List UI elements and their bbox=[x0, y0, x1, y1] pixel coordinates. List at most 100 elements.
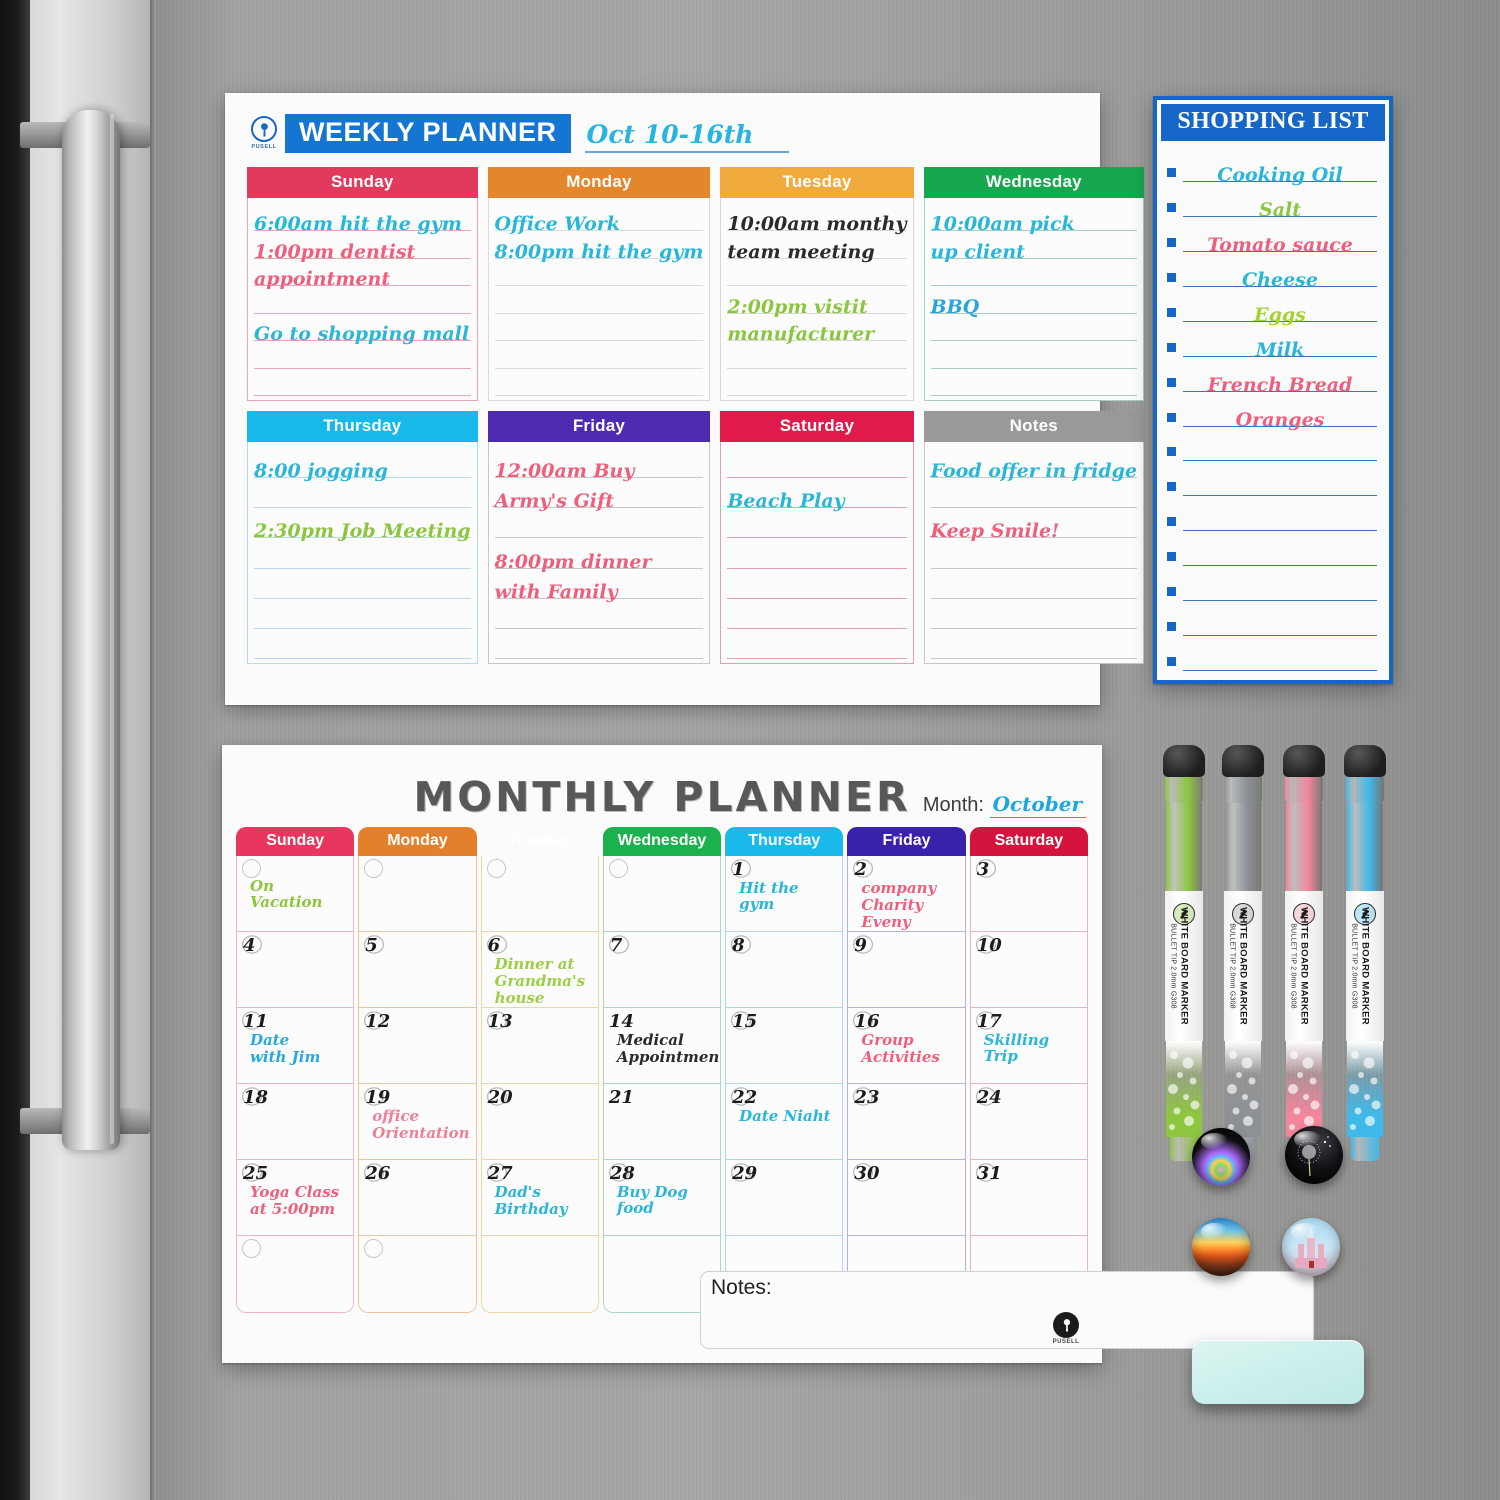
monthly-day-cell[interactable]: 3 bbox=[970, 856, 1087, 932]
monthly-day-cell[interactable]: 11 Date with Jim bbox=[237, 1008, 354, 1084]
shopping-item-line[interactable]: Milk bbox=[1183, 337, 1377, 359]
weekly-planner-board[interactable]: PUSELL WEEKLY PLANNER Oct 10-16th Sunday… bbox=[225, 93, 1145, 705]
monthly-day-cell[interactable]: 16 Group Activities bbox=[848, 1008, 965, 1084]
weekly-entry-line[interactable] bbox=[930, 629, 1138, 659]
weekly-planner-date-range[interactable]: Oct 10-16th bbox=[584, 120, 790, 153]
monthly-day-cell[interactable]: 4 bbox=[237, 932, 354, 1008]
weekly-entry-line[interactable]: 2:30pm Job Meeting bbox=[254, 508, 471, 541]
weekly-entry-line[interactable]: 2:00pm vistit bbox=[727, 286, 907, 316]
weekly-entry-line[interactable]: with Family bbox=[494, 569, 704, 601]
weekly-entry-line[interactable] bbox=[254, 538, 471, 569]
weekly-entry-line[interactable]: up client bbox=[930, 231, 1138, 261]
monthly-day-cell[interactable] bbox=[481, 856, 598, 932]
weekly-day-body[interactable]: 10:00am pick up client BBQ bbox=[923, 198, 1145, 401]
weekly-entry-line[interactable]: Office Work bbox=[494, 204, 704, 234]
weekly-entry-line[interactable]: 8:00 jogging bbox=[254, 448, 471, 481]
weekly-day-monday[interactable]: Monday Office Work 8:00pm hit the gym bbox=[487, 167, 711, 401]
weekly-entry-line[interactable] bbox=[494, 341, 704, 369]
weekly-entry-line[interactable] bbox=[494, 369, 704, 396]
weekly-entry-line[interactable]: Army's Gift bbox=[494, 478, 704, 511]
weekly-entry-line[interactable] bbox=[930, 314, 1138, 342]
monthly-day-cell[interactable]: 15 bbox=[726, 1008, 843, 1084]
sunset-seascape-glass-magnet[interactable] bbox=[1192, 1218, 1250, 1276]
monthly-day-cell[interactable]: 29 bbox=[726, 1160, 843, 1236]
green-marker[interactable]: WHITE BOARD MARKER BULLET TIP 2.0mm G308 bbox=[1163, 745, 1205, 1161]
monthly-day-cell[interactable] bbox=[359, 856, 476, 932]
weekly-entry-line[interactable] bbox=[254, 599, 471, 629]
shopping-list-item[interactable]: Tomato sauce bbox=[1167, 217, 1377, 254]
shopping-list-item[interactable] bbox=[1167, 531, 1377, 567]
monthly-planner-month-field[interactable]: Month: October bbox=[923, 792, 1086, 818]
weekly-entry-line[interactable] bbox=[727, 341, 907, 369]
shopping-item-line[interactable]: Cooking Oil bbox=[1183, 162, 1377, 184]
monthly-day-cell[interactable]: 2 company Charity Eveny bbox=[848, 856, 965, 932]
monthly-day-cell[interactable] bbox=[482, 1236, 598, 1312]
monthly-day-cell[interactable]: 31 bbox=[970, 1160, 1087, 1236]
weekly-entry-line[interactable]: Go to shopping mall bbox=[254, 314, 471, 344]
shopping-list-item[interactable] bbox=[1167, 461, 1377, 497]
weekly-entry-line[interactable] bbox=[254, 629, 471, 659]
weekly-entry-line[interactable] bbox=[254, 478, 471, 509]
weekly-entry-line[interactable]: appointment bbox=[254, 259, 471, 289]
monthly-day-cell[interactable]: 28 Buy Dog food bbox=[603, 1160, 721, 1236]
confetti-glass-magnet[interactable] bbox=[1192, 1128, 1250, 1186]
weekly-entry-line[interactable] bbox=[727, 369, 907, 396]
monthly-day-cell[interactable]: 12 bbox=[359, 1008, 476, 1084]
monthly-day-cell[interactable]: 27 Dad's Birthday bbox=[481, 1160, 598, 1236]
monthly-day-cell[interactable]: 9 bbox=[848, 932, 965, 1008]
shopping-list-item[interactable] bbox=[1167, 636, 1377, 672]
weekly-entry-line[interactable]: Beach Play bbox=[727, 478, 907, 511]
weekly-day-notes[interactable]: Notes Food offer in fridge Keep Smile! bbox=[923, 411, 1145, 664]
weekly-entry-line[interactable]: 10:00am pick bbox=[930, 204, 1138, 234]
blue-marker[interactable]: WHITE BOARD MARKER BULLET TIP 2.0mm G308 bbox=[1344, 745, 1386, 1161]
shopping-list-item[interactable]: Oranges bbox=[1167, 392, 1377, 429]
monthly-day-cell[interactable]: 13 bbox=[481, 1008, 598, 1084]
shopping-item-line[interactable]: French Bread bbox=[1183, 372, 1377, 394]
weekly-entry-line[interactable] bbox=[494, 286, 704, 314]
weekly-entry-line[interactable] bbox=[727, 599, 907, 629]
weekly-entry-line[interactable]: Food offer in fridge bbox=[930, 448, 1138, 481]
monthly-day-cell[interactable] bbox=[603, 856, 721, 932]
shopping-item-line[interactable]: Salt bbox=[1183, 197, 1377, 219]
weekly-day-friday[interactable]: Friday 12:00am Buy Army's Gift 8:00pm dinne… bbox=[487, 411, 711, 664]
castle-glass-magnet[interactable] bbox=[1282, 1218, 1340, 1276]
monthly-notes-area[interactable]: Notes: bbox=[700, 1271, 1314, 1349]
weekly-entry-line[interactable] bbox=[930, 369, 1138, 396]
weekly-entry-line[interactable] bbox=[930, 538, 1138, 569]
shopping-list-board[interactable]: SHOPPING LIST Cooking Oil Salt Tomato sauc… bbox=[1153, 96, 1393, 684]
weekly-entry-line[interactable]: 10:00am monthy bbox=[727, 204, 907, 234]
weekly-entry-line[interactable] bbox=[727, 448, 907, 479]
weekly-entry-line[interactable] bbox=[930, 569, 1138, 599]
shopping-list-item[interactable]: Eggs bbox=[1167, 287, 1377, 324]
shopping-item-line[interactable]: Eggs bbox=[1183, 302, 1377, 324]
weekly-entry-line[interactable] bbox=[494, 259, 704, 287]
shopping-item-line[interactable]: Cheese bbox=[1183, 267, 1377, 289]
weekly-day-body[interactable]: 10:00am monthy team meeting 2:00pm vistit m… bbox=[720, 198, 914, 401]
weekly-entry-line[interactable] bbox=[930, 341, 1138, 369]
monthly-day-cell[interactable]: 20 bbox=[481, 1084, 598, 1160]
monthly-day-cell[interactable]: 8 bbox=[726, 932, 843, 1008]
shopping-item-line[interactable] bbox=[1183, 670, 1377, 672]
shopping-list-item[interactable]: Cheese bbox=[1167, 252, 1377, 289]
shopping-list-item[interactable]: Cooking Oil bbox=[1167, 147, 1377, 184]
weekly-day-body[interactable]: 6:00am hit the gym 1:00pm dentist appointm… bbox=[247, 198, 478, 401]
monthly-day-cell[interactable]: 18 bbox=[237, 1084, 354, 1160]
weekly-day-tuesday[interactable]: Tuesday 10:00am monthy team meeting 2:00pm … bbox=[720, 167, 914, 401]
weekly-entry-line[interactable]: 12:00am Buy bbox=[494, 448, 704, 481]
weekly-entry-line[interactable] bbox=[494, 314, 704, 342]
weekly-entry-line[interactable]: 1:00pm dentist bbox=[254, 231, 471, 261]
monthly-day-cell[interactable]: 21 bbox=[603, 1084, 721, 1160]
shopping-list-item[interactable] bbox=[1167, 427, 1377, 462]
weekly-entry-line[interactable] bbox=[727, 538, 907, 569]
weekly-day-body[interactable]: Office Work 8:00pm hit the gym bbox=[487, 198, 711, 401]
monthly-day-cell[interactable]: 26 bbox=[359, 1160, 476, 1236]
weekly-day-body[interactable]: Beach Play bbox=[720, 442, 914, 664]
monthly-day-cell[interactable] bbox=[237, 1236, 353, 1312]
weekly-day-wednesday[interactable]: Wednesday 10:00am pick up client BBQ bbox=[923, 167, 1145, 401]
monthly-day-cell[interactable]: 1 Hit the gym bbox=[726, 856, 843, 932]
weekly-entry-line[interactable] bbox=[727, 569, 907, 599]
weekly-day-body[interactable]: 8:00 jogging 2:30pm Job Meeting bbox=[247, 442, 478, 664]
weekly-entry-line[interactable] bbox=[254, 341, 471, 369]
monthly-planner-board[interactable]: MONTHLY PLANNER Month: October Sunday On … bbox=[222, 745, 1314, 1363]
monthly-day-cell[interactable]: 23 bbox=[848, 1084, 965, 1160]
